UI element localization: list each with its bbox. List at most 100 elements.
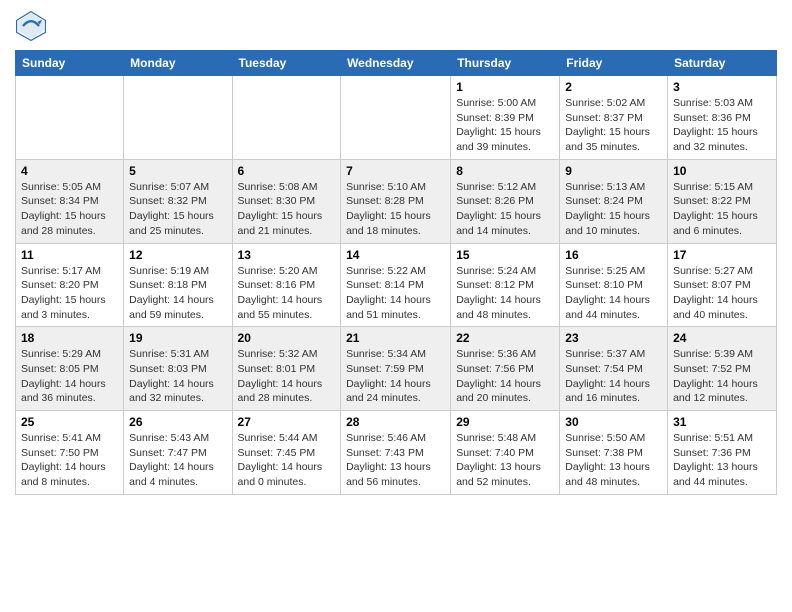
day-cell-27: 27Sunrise: 5:44 AM Sunset: 7:45 PM Dayli… [232,411,341,495]
day-info: Sunrise: 5:07 AM Sunset: 8:32 PM Dayligh… [129,180,226,239]
day-info: Sunrise: 5:20 AM Sunset: 8:16 PM Dayligh… [238,264,336,323]
day-number: 3 [673,80,771,94]
week-row-3: 11 Sunrise: 5:17 AM Sunset: 8:20 PM Dayli… [16,243,777,327]
day-info: Sunrise: 5:08 AM Sunset: 8:30 PM Dayligh… [238,180,336,239]
day-cell-3: 3 Sunrise: 5:03 AM Sunset: 8:36 PM Daylig… [668,76,777,160]
day-cell-1: 1Sunrise: 5:00 AM Sunset: 8:39 PM Daylig… [451,76,560,160]
day-number: 2 [565,80,662,94]
day-number: 4 [21,164,118,178]
day-cell-25: 25 Sunrise: 5:41 AM Sunset: 7:50 PM Dayli… [16,411,124,495]
week-row-4: 18 Sunrise: 5:29 AM Sunset: 8:05 PM Dayli… [16,327,777,411]
day-number: 13 [238,248,336,262]
weekday-header-row: SundayMondayTuesdayWednesdayThursdayFrid… [16,51,777,76]
day-info: Sunrise: 5:39 AM Sunset: 7:52 PM Dayligh… [673,347,771,406]
day-info: Sunrise: 5:24 AM Sunset: 8:12 PM Dayligh… [456,264,554,323]
day-number: 21 [346,331,445,345]
day-cell-31: 31 Sunrise: 5:51 AM Sunset: 7:36 PM Dayli… [668,411,777,495]
day-number: 11 [21,248,118,262]
week-row-5: 25 Sunrise: 5:41 AM Sunset: 7:50 PM Dayli… [16,411,777,495]
day-info: Sunrise: 5:10 AM Sunset: 8:28 PM Dayligh… [346,180,445,239]
day-info: Sunrise: 5:31 AM Sunset: 8:03 PM Dayligh… [129,347,226,406]
day-cell-30: 30 Sunrise: 5:50 AM Sunset: 7:38 PM Dayli… [560,411,668,495]
day-info: Sunrise: 5:51 AM Sunset: 7:36 PM Dayligh… [673,431,771,490]
empty-cell [232,76,341,160]
day-cell-14: 14Sunrise: 5:22 AM Sunset: 8:14 PM Dayli… [341,243,451,327]
day-info: Sunrise: 5:25 AM Sunset: 8:10 PM Dayligh… [565,264,662,323]
day-cell-8: 8 Sunrise: 5:12 AM Sunset: 8:26 PM Daylig… [451,159,560,243]
empty-cell [124,76,232,160]
day-number: 30 [565,415,662,429]
day-cell-10: 10 Sunrise: 5:15 AM Sunset: 8:22 PM Dayli… [668,159,777,243]
header [15,10,777,42]
day-info: Sunrise: 5:29 AM Sunset: 8:05 PM Dayligh… [21,347,118,406]
day-info: Sunrise: 5:46 AM Sunset: 7:43 PM Dayligh… [346,431,445,490]
day-info: Sunrise: 5:34 AM Sunset: 7:59 PM Dayligh… [346,347,445,406]
day-number: 14 [346,248,445,262]
day-cell-28: 28 Sunrise: 5:46 AM Sunset: 7:43 PM Dayli… [341,411,451,495]
day-number: 24 [673,331,771,345]
day-info: Sunrise: 5:15 AM Sunset: 8:22 PM Dayligh… [673,180,771,239]
day-info: Sunrise: 5:19 AM Sunset: 8:18 PM Dayligh… [129,264,226,323]
day-cell-29: 29Sunrise: 5:48 AM Sunset: 7:40 PM Dayli… [451,411,560,495]
day-cell-22: 22 Sunrise: 5:36 AM Sunset: 7:56 PM Dayli… [451,327,560,411]
weekday-header-saturday: Saturday [668,51,777,76]
day-cell-15: 15 Sunrise: 5:24 AM Sunset: 8:12 PM Dayli… [451,243,560,327]
day-cell-20: 20 Sunrise: 5:32 AM Sunset: 8:01 PM Dayli… [232,327,341,411]
day-number: 18 [21,331,118,345]
day-number: 25 [21,415,118,429]
day-cell-7: 7 Sunrise: 5:10 AM Sunset: 8:28 PM Daylig… [341,159,451,243]
day-info: Sunrise: 5:00 AM Sunset: 8:39 PM Dayligh… [456,96,554,155]
day-cell-24: 24 Sunrise: 5:39 AM Sunset: 7:52 PM Dayli… [668,327,777,411]
day-number: 23 [565,331,662,345]
day-info: Sunrise: 5:41 AM Sunset: 7:50 PM Dayligh… [21,431,118,490]
day-cell-5: 5 Sunrise: 5:07 AM Sunset: 8:32 PM Daylig… [124,159,232,243]
day-number: 20 [238,331,336,345]
day-number: 15 [456,248,554,262]
week-row-2: 4Sunrise: 5:05 AM Sunset: 8:34 PM Daylig… [16,159,777,243]
day-cell-4: 4Sunrise: 5:05 AM Sunset: 8:34 PM Daylig… [16,159,124,243]
day-info: Sunrise: 5:32 AM Sunset: 8:01 PM Dayligh… [238,347,336,406]
day-cell-9: 9 Sunrise: 5:13 AM Sunset: 8:24 PM Daylig… [560,159,668,243]
empty-cell [16,76,124,160]
day-number: 5 [129,164,226,178]
day-cell-13: 13 Sunrise: 5:20 AM Sunset: 8:16 PM Dayli… [232,243,341,327]
day-info: Sunrise: 5:03 AM Sunset: 8:36 PM Dayligh… [673,96,771,155]
day-number: 9 [565,164,662,178]
day-info: Sunrise: 5:17 AM Sunset: 8:20 PM Dayligh… [21,264,118,323]
day-number: 8 [456,164,554,178]
day-cell-2: 2Sunrise: 5:02 AM Sunset: 8:37 PM Daylig… [560,76,668,160]
day-number: 17 [673,248,771,262]
day-info: Sunrise: 5:27 AM Sunset: 8:07 PM Dayligh… [673,264,771,323]
weekday-header-tuesday: Tuesday [232,51,341,76]
day-cell-23: 23 Sunrise: 5:37 AM Sunset: 7:54 PM Dayli… [560,327,668,411]
weekday-header-wednesday: Wednesday [341,51,451,76]
day-info: Sunrise: 5:13 AM Sunset: 8:24 PM Dayligh… [565,180,662,239]
day-info: Sunrise: 5:36 AM Sunset: 7:56 PM Dayligh… [456,347,554,406]
weekday-header-friday: Friday [560,51,668,76]
day-cell-11: 11 Sunrise: 5:17 AM Sunset: 8:20 PM Dayli… [16,243,124,327]
day-number: 22 [456,331,554,345]
calendar-table: SundayMondayTuesdayWednesdayThursdayFrid… [15,50,777,495]
day-number: 28 [346,415,445,429]
day-info: Sunrise: 5:37 AM Sunset: 7:54 PM Dayligh… [565,347,662,406]
day-info: Sunrise: 5:12 AM Sunset: 8:26 PM Dayligh… [456,180,554,239]
day-number: 19 [129,331,226,345]
day-info: Sunrise: 5:50 AM Sunset: 7:38 PM Dayligh… [565,431,662,490]
day-number: 7 [346,164,445,178]
day-cell-19: 19 Sunrise: 5:31 AM Sunset: 8:03 PM Dayli… [124,327,232,411]
page: SundayMondayTuesdayWednesdayThursdayFrid… [0,0,792,510]
day-cell-16: 16Sunrise: 5:25 AM Sunset: 8:10 PM Dayli… [560,243,668,327]
day-cell-18: 18 Sunrise: 5:29 AM Sunset: 8:05 PM Dayli… [16,327,124,411]
empty-cell [341,76,451,160]
day-number: 12 [129,248,226,262]
week-row-1: 1Sunrise: 5:00 AM Sunset: 8:39 PM Daylig… [16,76,777,160]
day-number: 31 [673,415,771,429]
day-number: 6 [238,164,336,178]
day-number: 26 [129,415,226,429]
day-number: 10 [673,164,771,178]
day-number: 29 [456,415,554,429]
weekday-header-monday: Monday [124,51,232,76]
weekday-header-sunday: Sunday [16,51,124,76]
day-cell-26: 26Sunrise: 5:43 AM Sunset: 7:47 PM Dayli… [124,411,232,495]
day-cell-21: 21 Sunrise: 5:34 AM Sunset: 7:59 PM Dayli… [341,327,451,411]
